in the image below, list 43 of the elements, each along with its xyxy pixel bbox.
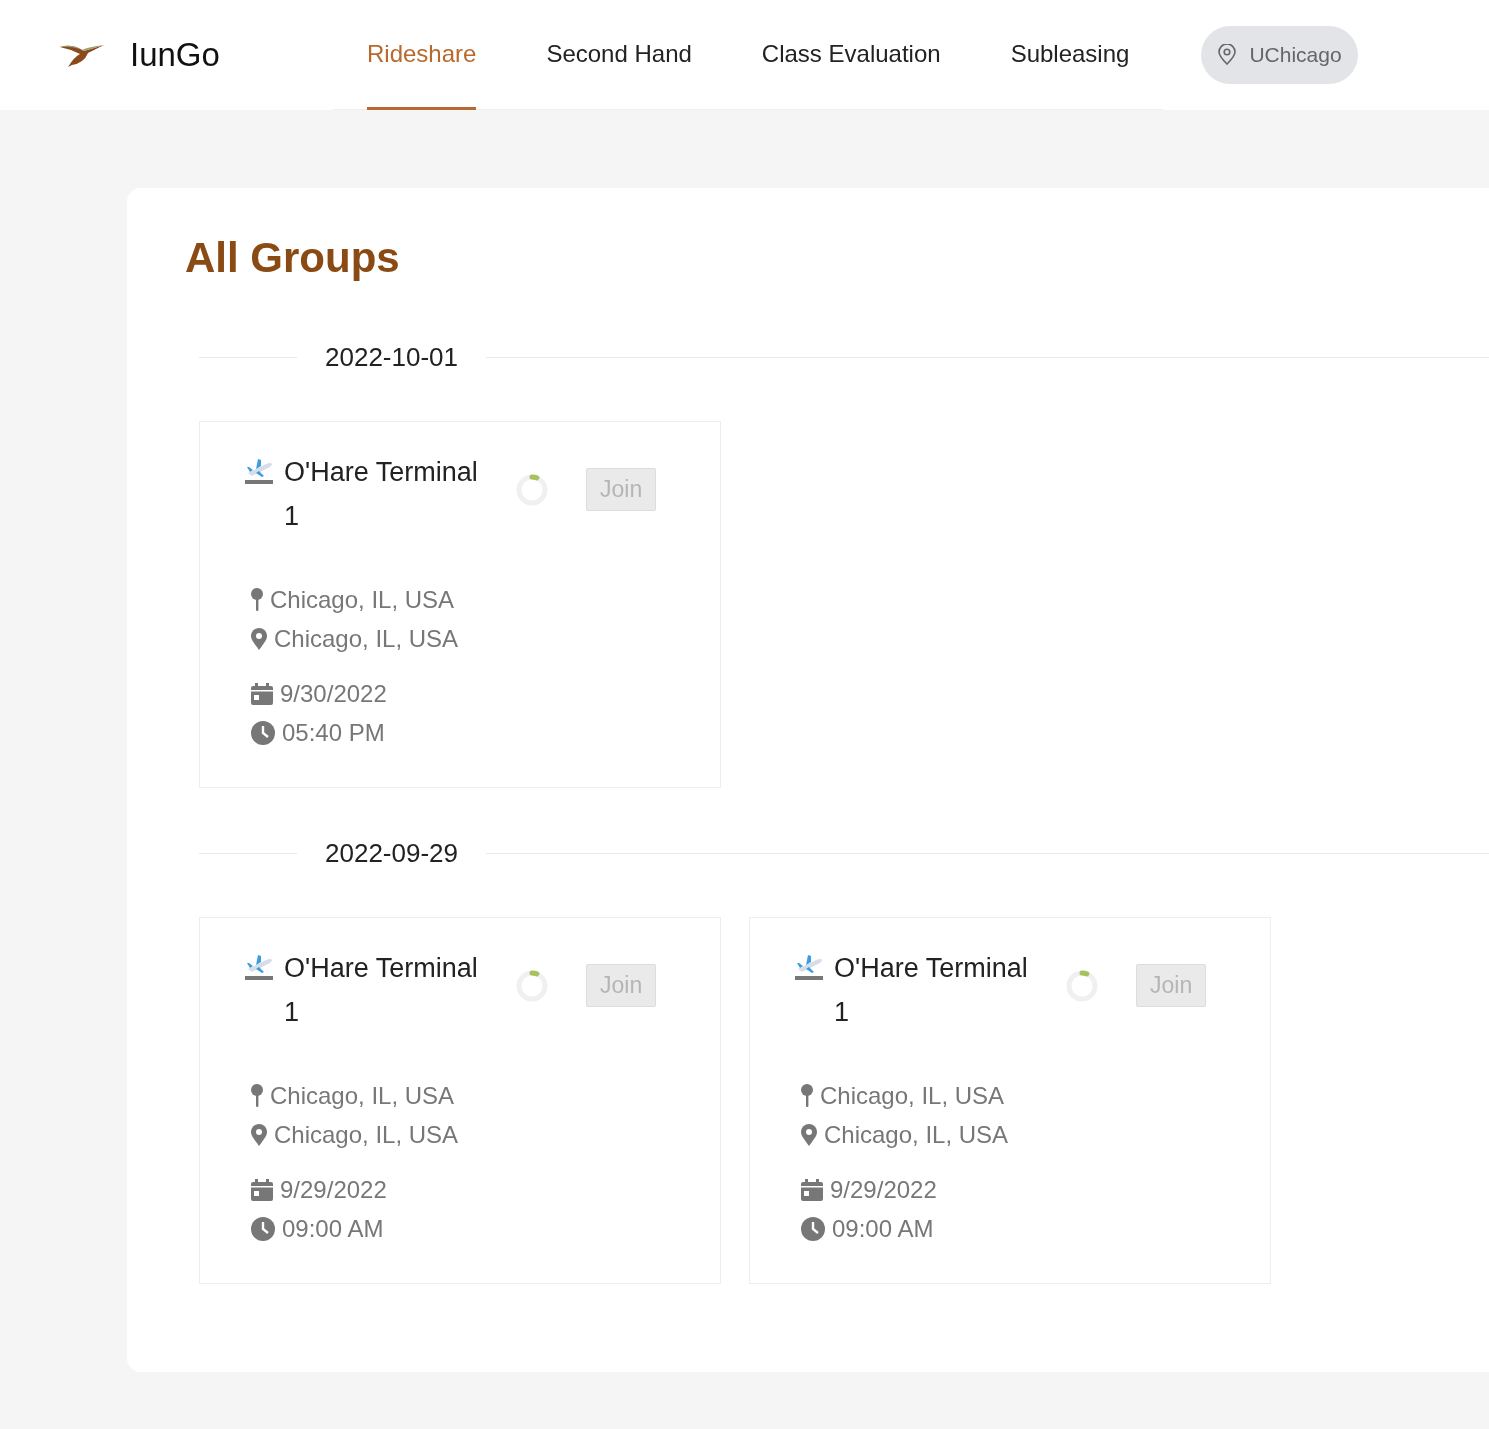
calendar-icon [800, 1177, 824, 1202]
group-title: O'Hare Terminal 1 [284, 952, 479, 1029]
origin-text: Chicago, IL, USA [270, 1081, 455, 1110]
map-marker-icon [800, 1122, 818, 1147]
time-text: 05:40 PM [282, 718, 385, 747]
group-title: O'Hare Terminal 1 [834, 952, 1029, 1029]
calendar-icon [250, 681, 274, 706]
pushpin-icon [250, 586, 264, 613]
destination-text: Chicago, IL, USA [274, 1120, 459, 1149]
spinner-ring-icon [514, 472, 550, 508]
pushpin-icon [250, 1082, 264, 1109]
nav-tab[interactable]: Second Hand [546, 0, 692, 110]
spinner-ring-icon [514, 968, 550, 1004]
date-text: 9/29/2022 [280, 1175, 387, 1204]
date-text: 9/30/2022 [280, 679, 387, 708]
clock-icon [250, 1215, 276, 1242]
origin-text: Chicago, IL, USA [820, 1081, 1005, 1110]
group-title: O'Hare Terminal 1 [284, 456, 479, 533]
clock-icon [800, 1215, 826, 1242]
date-text: 9/29/2022 [830, 1175, 937, 1204]
destination-text: Chicago, IL, USA [824, 1120, 1009, 1149]
airplane-departure-icon [244, 953, 274, 981]
airplane-departure-icon [244, 457, 274, 485]
map-marker-icon [250, 626, 268, 651]
location-button[interactable]: UChicago [1201, 26, 1358, 84]
airplane-departure-icon [794, 953, 824, 981]
page-title: All Groups [185, 234, 401, 282]
date-heading: 2022-10-01 [325, 342, 458, 373]
pushpin-icon [800, 1082, 814, 1109]
date-heading: 2022-09-29 [325, 838, 458, 869]
origin-text: Chicago, IL, USA [270, 585, 455, 614]
time-text: 09:00 AM [832, 1214, 934, 1243]
time-text: 09:00 AM [282, 1214, 384, 1243]
map-marker-icon [250, 1122, 268, 1147]
destination-text: Chicago, IL, USA [274, 624, 459, 653]
nav-tab[interactable]: Subleasing [1010, 0, 1130, 110]
calendar-icon [250, 1177, 274, 1202]
brand-name: IunGo [130, 36, 220, 74]
nav-tab[interactable]: Rideshare [367, 0, 477, 110]
nav-tab[interactable]: Class Evaluation [761, 0, 941, 110]
spinner-ring-icon [1064, 968, 1100, 1004]
clock-icon [250, 719, 276, 746]
location-pin-icon [1217, 44, 1238, 66]
